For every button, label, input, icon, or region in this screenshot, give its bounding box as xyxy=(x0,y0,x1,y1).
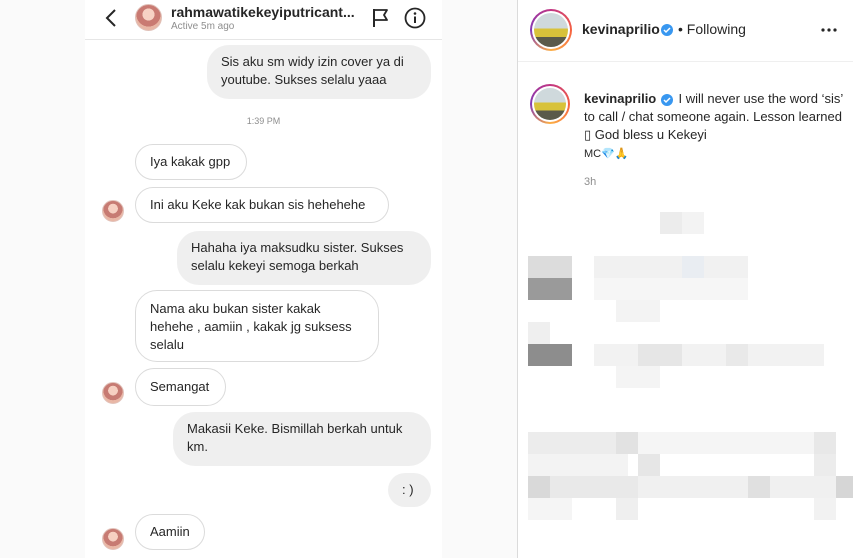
message-line: hehehe , aamiin , kakak jg suksess xyxy=(150,319,352,334)
message-line: selalu xyxy=(150,337,184,352)
verified-badge-icon xyxy=(661,24,673,36)
info-icon xyxy=(404,7,426,29)
caption-username[interactable]: kevinaprilio xyxy=(584,91,656,106)
message-incoming: Ini aku Keke kak bukan sis hehehehe xyxy=(135,187,389,223)
message-incoming: Nama aku bukan sister kakak hehehe , aam… xyxy=(135,290,379,362)
flag-icon xyxy=(373,9,388,27)
post-header: kevinaprilio • Following xyxy=(518,0,853,62)
message-line: Semangat xyxy=(150,379,210,394)
info-button[interactable] xyxy=(403,6,427,30)
sender-avatar[interactable] xyxy=(102,528,124,550)
dm-header: rahmawatikekeyiputricant... Active 5m ag… xyxy=(85,0,442,40)
report-button[interactable] xyxy=(370,6,392,30)
post-time: 3h xyxy=(584,176,597,188)
following-label[interactable]: Following xyxy=(687,21,746,37)
message-line: km. xyxy=(187,439,208,454)
post-panel: kevinaprilio • Following kevinaprilio I … xyxy=(517,0,853,558)
dm-conversation: rahmawatikekeyiputricant... Active 5m ag… xyxy=(85,0,442,558)
message-line: Aamiin xyxy=(150,524,190,539)
message-line: Nama aku bukan sister kakak xyxy=(150,301,321,316)
message-outgoing: : ) xyxy=(388,473,431,507)
caption-verified-icon xyxy=(660,94,673,106)
message-outgoing: Makasii Keke. Bismillah berkah untuk km. xyxy=(173,412,431,466)
back-button[interactable] xyxy=(101,6,121,30)
active-status: Active 5m ago xyxy=(171,21,235,32)
message-incoming: Iya kakak gpp xyxy=(135,144,247,180)
message-line: Makasii Keke. Bismillah berkah untuk xyxy=(187,421,403,436)
chevron-left-icon xyxy=(105,9,116,27)
message-line: Ini aku Keke kak bukan sis hehehehe xyxy=(150,197,366,212)
message-outgoing: Sis aku sm widy izin cover ya di youtube… xyxy=(207,45,431,99)
sender-avatar[interactable] xyxy=(102,200,124,222)
message-incoming: Semangat xyxy=(135,368,226,406)
post-username[interactable]: kevinaprilio xyxy=(582,21,660,37)
sender-avatar[interactable] xyxy=(102,382,124,404)
message-outgoing: Hahaha iya maksudku sister. Sukses selal… xyxy=(177,231,431,285)
profile-avatar[interactable] xyxy=(530,9,572,51)
separator-dot: • xyxy=(678,21,683,37)
message-line: selalu kekeyi semoga berkah xyxy=(191,258,359,273)
avatar[interactable] xyxy=(135,4,162,31)
message-line: : ) xyxy=(402,482,414,497)
more-options-button[interactable] xyxy=(818,20,840,40)
caption-tail: MC💎🙏 xyxy=(584,148,629,160)
message-line: Iya kakak gpp xyxy=(150,154,231,169)
more-icon xyxy=(821,28,837,32)
message-line: Hahaha iya maksudku sister. Sukses xyxy=(191,240,404,255)
blurred-comments xyxy=(518,200,853,558)
post-caption: kevinaprilio I will never use the word ‘… xyxy=(584,90,846,163)
caption-avatar[interactable] xyxy=(530,84,570,124)
message-timestamp: 1:39 PM xyxy=(246,116,281,126)
message-line: Sis aku sm widy izin cover ya di xyxy=(221,54,404,69)
conversation-title[interactable]: rahmawatikekeyiputricant... xyxy=(171,4,366,20)
follow-status[interactable]: • Following xyxy=(678,21,746,37)
message-line: youtube. Sukses selalu yaaa xyxy=(221,72,387,87)
message-incoming: Aamiin xyxy=(135,514,205,550)
